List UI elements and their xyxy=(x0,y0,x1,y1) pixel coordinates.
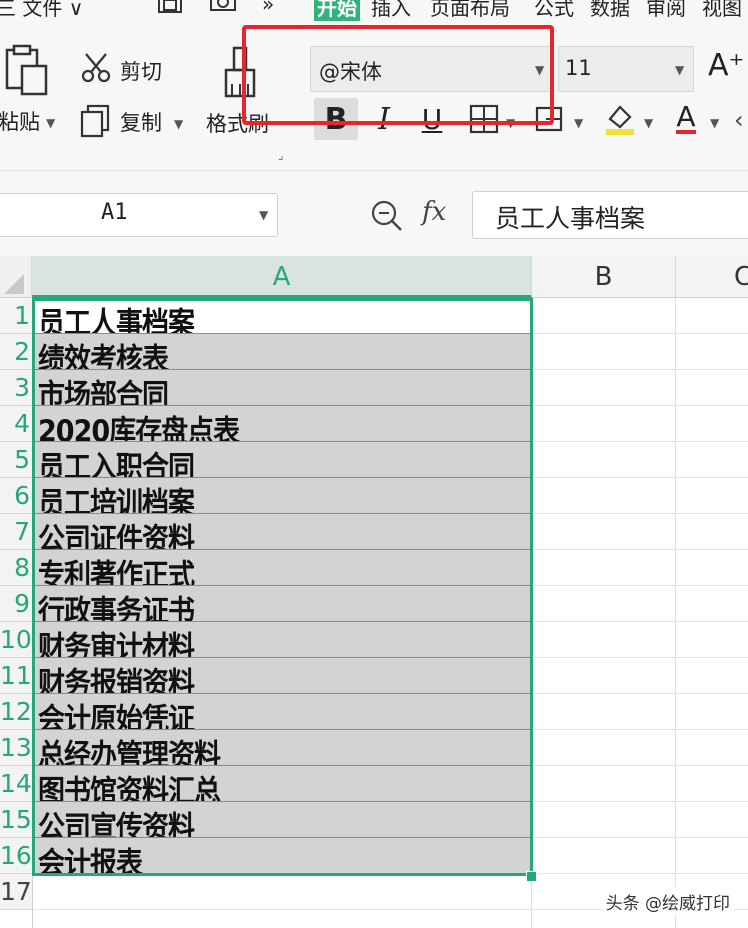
tab-page-layout[interactable]: 页面布局 xyxy=(430,0,510,21)
font-size-dropdown-icon[interactable]: ▼ xyxy=(675,63,684,77)
gridline xyxy=(532,441,748,442)
selection-border xyxy=(32,298,533,876)
name-box[interactable]: A1 ▼ xyxy=(0,193,278,237)
watermark-text: 头条 @绘威打印 xyxy=(601,887,734,916)
ribbon: 三 文件 ∨ » 开始 插入 页面布局 公式 数据 审阅 视图 粘贴 ▼ 剪切 … xyxy=(0,0,748,170)
gridline xyxy=(532,873,748,874)
row-header[interactable]: 7 xyxy=(0,514,32,550)
gridline xyxy=(532,405,748,406)
gridline xyxy=(532,585,748,586)
gridline xyxy=(532,729,748,730)
gridline xyxy=(532,333,748,334)
column-header-c[interactable]: C xyxy=(676,256,748,298)
row-header[interactable]: 3 xyxy=(0,370,32,406)
row-header[interactable]: 15 xyxy=(0,802,32,838)
formula-bar: A1 ▼ fx 员工人事档案 xyxy=(0,170,748,257)
row-header[interactable]: 9 xyxy=(0,586,32,622)
gridline xyxy=(532,369,748,370)
file-menu[interactable]: 三 文件 ∨ xyxy=(0,0,83,21)
tab-formula[interactable]: 公式 xyxy=(534,0,574,21)
tab-data[interactable]: 数据 xyxy=(590,0,630,21)
name-box-dropdown-icon[interactable]: ▼ xyxy=(259,208,268,222)
scissors-icon[interactable] xyxy=(80,52,112,84)
gridline xyxy=(532,549,748,550)
row-header[interactable]: 2 xyxy=(0,334,32,370)
formula-input[interactable]: 员工人事档案 xyxy=(472,191,748,239)
tab-insert[interactable]: 插入 xyxy=(371,0,411,21)
gridline xyxy=(532,621,748,622)
cell-reference: A1 xyxy=(101,200,128,225)
save-icon[interactable] xyxy=(156,0,184,16)
copy-button[interactable]: 复制 xyxy=(120,107,162,137)
row-header[interactable]: 11 xyxy=(0,658,32,694)
clear-format-icon[interactable]: ‹ xyxy=(734,106,744,134)
formula-content: 员工人事档案 xyxy=(495,204,646,233)
select-all-corner[interactable] xyxy=(0,256,32,298)
spreadsheet-grid: A B C 1 员工人事档案 2 绩效考核表 3 市场部合同 4 2020库存盘点表 5 员工入职… xyxy=(0,256,748,928)
column-header-a[interactable]: A xyxy=(32,256,532,298)
more-icon[interactable]: » xyxy=(262,0,274,16)
gridline xyxy=(532,693,748,694)
row-header[interactable]: 13 xyxy=(0,730,32,766)
print-icon[interactable] xyxy=(208,0,238,18)
row-header[interactable]: 14 xyxy=(0,766,32,802)
gridline xyxy=(675,298,676,928)
row-header[interactable]: 6 xyxy=(0,478,32,514)
row-header[interactable]: 5 xyxy=(0,442,32,478)
merge-dropdown-icon[interactable]: ▼ xyxy=(574,116,583,130)
gridline xyxy=(532,657,748,658)
tab-review[interactable]: 审阅 xyxy=(646,0,686,21)
gridline xyxy=(532,765,748,766)
increase-font-size-button[interactable]: A⁺ xyxy=(708,48,744,83)
dialog-launcher-icon[interactable]: ⌟ xyxy=(278,148,284,162)
row-header[interactable]: 12 xyxy=(0,694,32,730)
font-color-dropdown-icon[interactable]: ▼ xyxy=(710,116,719,130)
gridline xyxy=(532,477,748,478)
paste-label[interactable]: 粘贴 xyxy=(0,106,40,136)
tab-view[interactable]: 视图 xyxy=(702,0,742,21)
font-size-value: 11 xyxy=(565,56,592,80)
gridline xyxy=(532,837,748,838)
font-size-select[interactable]: 11 ▼ xyxy=(558,46,694,92)
fill-color-dropdown-icon[interactable]: ▼ xyxy=(644,116,653,130)
font-color-icon[interactable]: A xyxy=(664,98,708,140)
row-header[interactable]: 10 xyxy=(0,622,32,658)
gridline xyxy=(532,513,748,514)
row-header[interactable]: 16 xyxy=(0,838,32,874)
row-header[interactable]: 8 xyxy=(0,550,32,586)
paste-dropdown-icon[interactable]: ▼ xyxy=(46,116,55,130)
copy-icon[interactable] xyxy=(80,104,112,138)
cut-button[interactable]: 剪切 xyxy=(120,56,162,86)
row-header[interactable]: 17 xyxy=(0,874,32,910)
paste-icon[interactable] xyxy=(4,44,50,96)
red-highlight-box xyxy=(242,25,554,125)
row-header[interactable]: 1 xyxy=(0,298,32,334)
column-header-b[interactable]: B xyxy=(532,256,676,298)
font-color-letter: A xyxy=(676,100,696,134)
table-cell[interactable] xyxy=(33,874,531,910)
zoom-search-icon[interactable] xyxy=(370,199,404,233)
fill-color-icon[interactable] xyxy=(598,98,642,140)
tab-home[interactable]: 开始 xyxy=(314,0,360,21)
copy-dropdown-icon[interactable]: ▼ xyxy=(174,117,183,131)
fx-icon[interactable]: fx xyxy=(422,197,446,227)
row-header[interactable]: 4 xyxy=(0,406,32,442)
gridline xyxy=(532,801,748,802)
fill-handle[interactable] xyxy=(526,871,537,882)
